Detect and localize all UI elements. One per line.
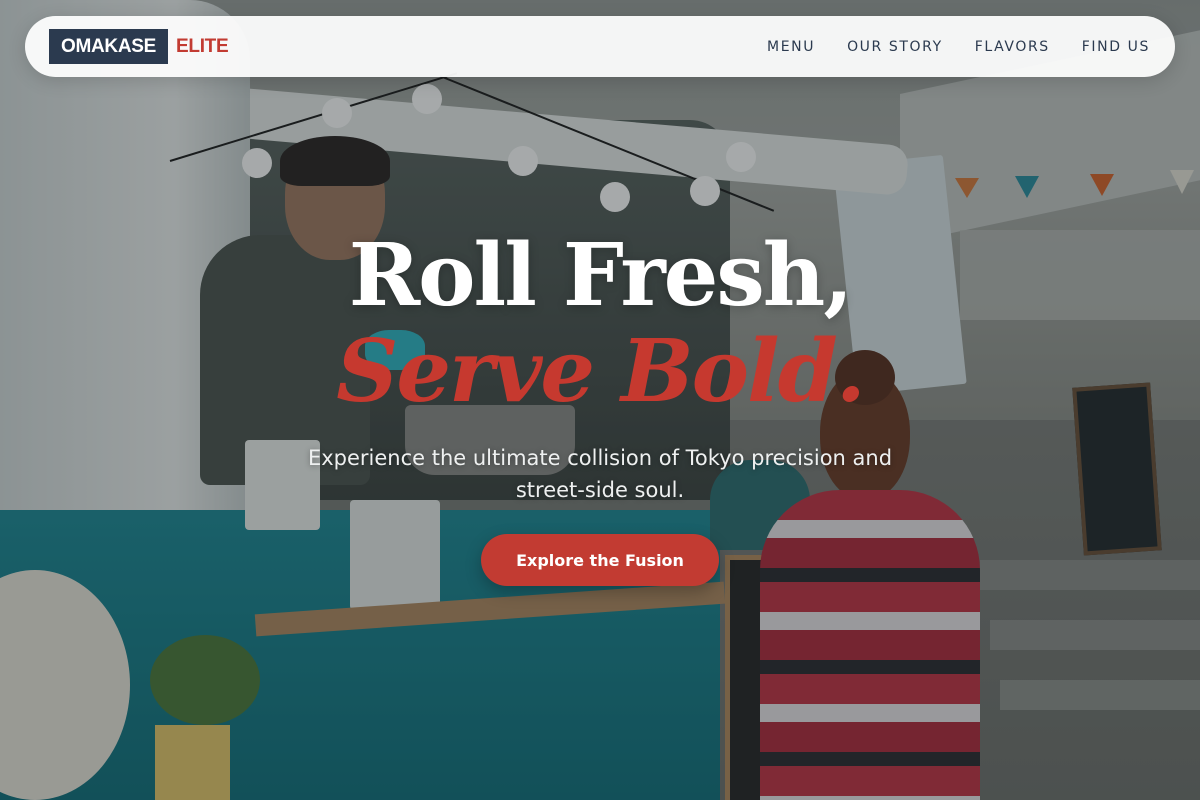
explore-fusion-button[interactable]: Explore the Fusion [481,534,719,586]
top-navigation: OMAKASE ELITE MENU OUR STORY FLAVORS FIN… [25,16,1175,77]
hero-subtitle: Experience the ultimate collision of Tok… [307,446,893,502]
nav-link-find-us[interactable]: FIND US [1082,39,1150,55]
nav-link-flavors[interactable]: FLAVORS [975,39,1050,55]
nav-link-our-story[interactable]: OUR STORY [847,39,943,55]
brand-logo[interactable]: OMAKASE ELITE [49,29,229,64]
hero-headline: Roll Fresh, [348,225,854,326]
nav-link-menu[interactable]: MENU [767,39,815,55]
hero-headline-accent: Serve Bold. [336,321,866,422]
brand-name: OMAKASE [49,29,169,64]
hero-section: OMAKASE ELITE MENU OUR STORY FLAVORS FIN… [0,0,1200,800]
brand-accent: ELITE [176,35,229,57]
nav-links: MENU OUR STORY FLAVORS FIND US [735,39,1150,55]
